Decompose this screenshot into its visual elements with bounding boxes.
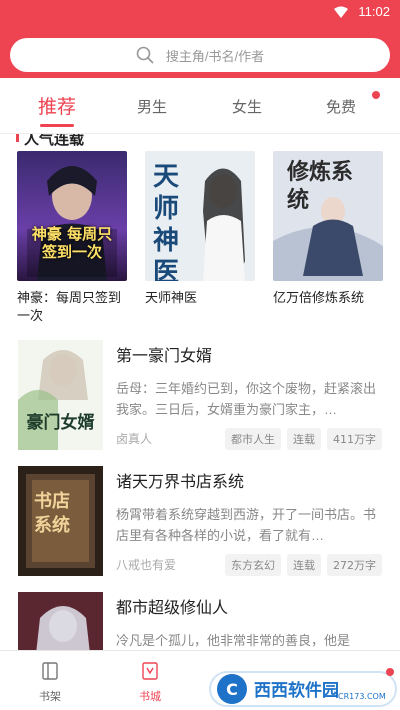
book-title: 亿万倍修炼系统	[273, 290, 365, 305]
section-accent	[16, 134, 19, 142]
book-title: 天师神医	[145, 290, 198, 305]
tab-recommend[interactable]: 推荐	[38, 92, 76, 119]
tab-male[interactable]: 男生	[137, 96, 167, 117]
search-icon	[136, 46, 154, 64]
cover-title-art: 神豪 每周只 签到一次	[31, 225, 113, 261]
book-cover: 神豪 每周只 签到一次	[17, 151, 127, 281]
book-cover: 修炼系统	[273, 151, 383, 281]
list-item[interactable]: 书店 系统 诸天万界书店系统 杨霄带着系统穿越到西游，开了一间书店。书店里有各种…	[0, 464, 400, 590]
grid-book[interactable]: 天师神医 天师神医	[145, 151, 257, 307]
book-author: 卤真人	[116, 432, 153, 446]
bottom-nav: 书架 书城 C 西西软件园 CR173.COM	[0, 650, 400, 710]
nav-label: 书城	[139, 690, 161, 703]
bookstore-icon	[142, 662, 158, 680]
book-meta: 卤真人 都市人生 连载 411万字	[116, 428, 382, 450]
book-author: 八戒也有爱	[116, 558, 177, 572]
watermark-logo: C 西西软件园 CR173.COM	[208, 666, 398, 710]
status-tag: 连载	[287, 428, 321, 450]
tab-female[interactable]: 女生	[232, 96, 262, 117]
watermark-sub: CR173.COM	[338, 692, 386, 701]
cover-title-art: 天师神医	[153, 162, 180, 281]
tab-underline	[40, 124, 74, 127]
grid-book[interactable]: 神豪 每周只 签到一次 神豪：每周只签到一次	[17, 151, 129, 325]
book-title: 第一豪门女婿	[116, 348, 213, 365]
bookshelf-icon	[42, 662, 58, 680]
book-tags: 东方玄幻 连载 272万字	[225, 554, 382, 576]
book-cover: 豪门女婿	[18, 340, 103, 450]
cover-title-art: 修炼系统	[287, 160, 354, 213]
status-bar: 11:02	[0, 0, 400, 24]
search-placeholder: 搜主角/书名/作者	[165, 48, 265, 64]
tab-free[interactable]: 免费	[326, 96, 356, 117]
book-title: 都市超级修仙人	[116, 600, 229, 617]
cover-title-art: 书店 系统	[34, 491, 70, 536]
book-tags: 都市人生 连载 411万字	[225, 428, 382, 450]
book-title: 诸天万界书店系统	[116, 474, 245, 491]
book-cover: 天师神医	[145, 151, 255, 281]
book-title: 神豪：每周只签到一次	[17, 290, 122, 323]
word-count-tag: 411万字	[327, 428, 382, 450]
book-feed[interactable]: 人气连载 神豪 每周只 签到一次 神豪：每周只签到一次 天师神医 天师神医 修炼…	[0, 134, 400, 650]
book-list: 豪门女婿 第一豪门女婿 岳母：三年婚约已到，你这个废物，赶紧滚出我家。三日后，女…	[0, 338, 400, 650]
genre-tag: 东方玄幻	[225, 554, 281, 576]
book-cover	[18, 592, 103, 650]
svg-text:C: C	[226, 680, 238, 699]
cover-title-art: 豪门女婿	[26, 413, 95, 433]
wifi-icon	[334, 6, 348, 18]
grid-book[interactable]: 修炼系统 亿万倍修炼系统	[273, 151, 385, 307]
category-tabs: 推荐 男生 女生 免费	[0, 78, 400, 134]
section-title: 人气连载	[24, 134, 85, 148]
tab-free-badge	[372, 91, 380, 99]
list-item[interactable]: 都市超级修仙人 冷凡是个孤儿，他非常非常的善良，他是	[0, 590, 400, 650]
notification-dot	[386, 668, 394, 676]
book-description: 岳母：三年婚约已到，你这个废物，赶紧滚出我家。三日后，女婿重为豪门家主，…	[116, 381, 377, 417]
list-item[interactable]: 豪门女婿 第一豪门女婿 岳母：三年婚约已到，你这个废物，赶紧滚出我家。三日后，女…	[0, 338, 400, 464]
nav-bookstore[interactable]: 书城	[120, 661, 180, 704]
search-header: 搜主角/书名/作者	[0, 24, 400, 78]
watermark-text: 西西软件园	[254, 681, 339, 701]
genre-tag: 都市人生	[225, 428, 281, 450]
book-grid: 神豪 每周只 签到一次 神豪：每周只签到一次 天师神医 天师神医 修炼系统 亿万…	[17, 151, 385, 323]
word-count-tag: 272万字	[327, 554, 382, 576]
book-description: 冷凡是个孤儿，他非常非常的善良，他是	[116, 633, 351, 648]
status-tag: 连载	[287, 554, 321, 576]
book-description: 杨霄带着系统穿越到西游，开了一间书店。书店里有各种各样的小说，看了就有…	[116, 507, 377, 543]
book-meta: 八戒也有爱 东方玄幻 连载 272万字	[116, 554, 382, 576]
status-time: 11:02	[358, 4, 390, 19]
book-cover: 书店 系统	[18, 466, 103, 576]
search-input[interactable]: 搜主角/书名/作者	[10, 38, 390, 72]
nav-bookshelf[interactable]: 书架	[20, 661, 80, 704]
nav-label: 书架	[39, 690, 61, 703]
